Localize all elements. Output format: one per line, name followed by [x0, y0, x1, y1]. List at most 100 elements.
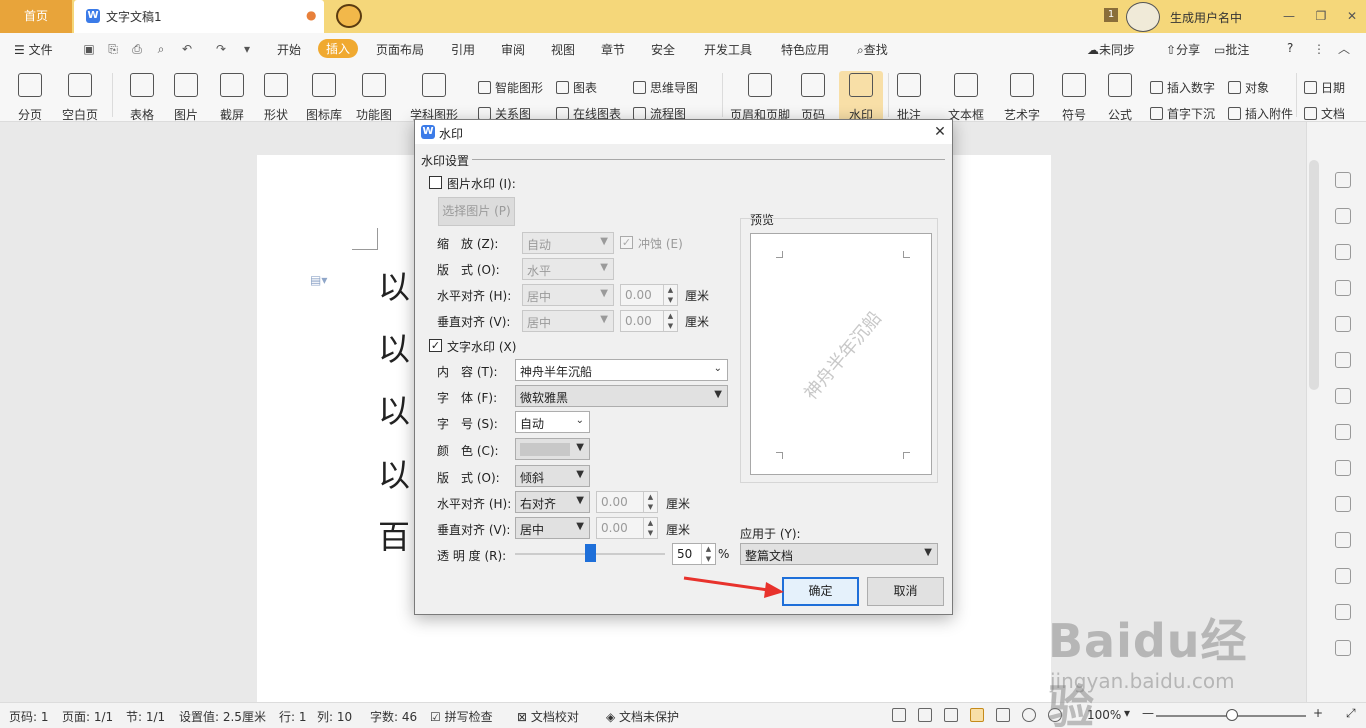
close-icon[interactable]: ✕ [931, 123, 949, 141]
blank-page-button[interactable]: 空白页 [52, 71, 108, 122]
tab-home[interactable]: 首页 [0, 0, 72, 33]
text-watermark-checkbox[interactable]: ✓ [429, 339, 442, 352]
smart-shape-button[interactable]: 智能图形 [478, 79, 543, 96]
cancel-button[interactable]: 取消 [867, 577, 944, 606]
header-footer-button[interactable]: 页眉和页脚 [730, 71, 790, 122]
status-section[interactable]: 节: 1/1 [126, 708, 165, 725]
print-side-icon[interactable] [1335, 532, 1351, 548]
undo-icon[interactable]: ↶ [180, 42, 194, 56]
grid-icon[interactable] [1335, 316, 1351, 332]
mind-map-button[interactable]: 思维导图 [633, 79, 698, 96]
text-halign-spinner[interactable]: 0.00 ▲ ▼ [596, 491, 658, 513]
subject-shape-button[interactable]: 学科图形 [406, 71, 462, 122]
pic-watermark-checkbox[interactable] [429, 176, 442, 189]
share-side-icon[interactable] [1335, 460, 1351, 476]
status-row[interactable]: 行: 1 [279, 708, 307, 725]
shield-icon[interactable] [1335, 604, 1351, 620]
translate-icon[interactable] [1335, 496, 1351, 512]
edit-pen-icon[interactable] [1335, 172, 1351, 188]
pic-layout-select[interactable]: 水平 ▼ [522, 258, 614, 280]
expand-icon[interactable]: ⤢ [1346, 706, 1356, 721]
chart-button[interactable]: 图表 [556, 79, 597, 96]
zoom-in-icon[interactable]: + [1313, 706, 1323, 720]
menu-features[interactable]: 特色应用 [781, 41, 829, 58]
user-area[interactable]: 1 生成用户名中 [1100, 0, 1260, 33]
menu-file[interactable]: ☰ 文件 [14, 41, 53, 58]
doc-text-line[interactable]: 以 [378, 386, 410, 432]
menu-dev-tools[interactable]: 开发工具 [704, 41, 752, 58]
menu-page-layout[interactable]: 页面布局 [376, 41, 424, 58]
tab-document[interactable]: W 文字文稿1 ● [74, 0, 324, 33]
cat-mascot-icon[interactable] [336, 4, 362, 28]
content-combobox[interactable]: 神舟半年沉船 ⌄ [515, 359, 728, 381]
settings-sliders-icon[interactable] [1335, 388, 1351, 404]
pen-mode-icon[interactable] [944, 708, 958, 722]
spell-check-button[interactable]: ☑ 拼写检查 [430, 708, 493, 725]
object-button[interactable]: 对象 [1228, 79, 1269, 96]
text-valign-spinner[interactable]: 0.00 ▲ ▼ [596, 517, 658, 539]
status-pages[interactable]: 页面: 1/1 [62, 708, 113, 725]
menu-references[interactable]: 引用 [451, 41, 475, 58]
help-button[interactable]: ? [1287, 41, 1293, 55]
apply-to-select[interactable]: 整篇文档 ▼ [740, 543, 938, 565]
options-icon[interactable]: ⋮ [1312, 42, 1326, 56]
washout-checkbox[interactable]: ✓ [620, 236, 633, 249]
transparency-slider-knob[interactable] [584, 544, 596, 562]
textbox-button[interactable]: 文本框 [940, 71, 992, 122]
function-chart-button[interactable]: 功能图 [346, 71, 402, 122]
sync-status[interactable]: ☁未同步 [1087, 41, 1135, 58]
page-view-icon[interactable] [970, 708, 984, 722]
watermark-button[interactable]: 水印 [839, 71, 883, 122]
print-icon[interactable]: ⎙ [130, 42, 144, 56]
paragraph-layout-icon[interactable]: ▤▾ [310, 273, 327, 287]
doc-text-line[interactable]: 百 [378, 512, 410, 558]
drop-cap-button[interactable]: 首字下沉 [1150, 105, 1215, 122]
pic-valign-spinner[interactable]: 0.00 ▲ ▼ [620, 310, 678, 332]
avatar[interactable] [1126, 2, 1160, 32]
search-button[interactable]: ⌕查找 [857, 41, 888, 58]
transparency-spinner[interactable]: 50 ▲ ▼ [672, 543, 716, 565]
page-number-button[interactable]: 页码 [790, 71, 836, 122]
style-icon[interactable] [1335, 244, 1351, 260]
restore-icon[interactable]: ❐ [1312, 7, 1330, 25]
status-col[interactable]: 列: 10 [317, 708, 352, 725]
date-button[interactable]: 日期 [1304, 79, 1345, 96]
image-side-icon[interactable] [1335, 424, 1351, 440]
select-pointer-icon[interactable] [1335, 208, 1351, 224]
print-preview-icon[interactable]: ⌕ [154, 42, 168, 56]
doc-part-button[interactable]: 文档 [1304, 105, 1345, 122]
doc-protect-button[interactable]: ◈ 文档未保护 [606, 708, 679, 725]
text-layout-select[interactable]: 倾斜 ▼ [515, 465, 590, 487]
text-valign-select[interactable]: 居中 ▼ [515, 517, 590, 539]
chart-side-icon[interactable] [1335, 352, 1351, 368]
icon-library-button[interactable]: 图标库 [296, 71, 352, 122]
pic-halign-select[interactable]: 居中 ▼ [522, 284, 614, 306]
settings-icon[interactable] [1335, 640, 1351, 656]
attachment-button[interactable]: 插入附件 [1228, 105, 1293, 122]
ok-button[interactable]: 确定 [782, 577, 859, 606]
fullscreen-icon[interactable] [892, 708, 906, 722]
text-halign-select[interactable]: 右对齐 ▼ [515, 491, 590, 513]
comment-menu-button[interactable]: ▭批注 [1214, 41, 1249, 58]
page-break-button[interactable]: 分页 [2, 71, 58, 122]
web-view-icon[interactable] [1022, 708, 1036, 722]
status-page[interactable]: 页码: 1 [9, 708, 49, 725]
menu-security[interactable]: 安全 [651, 41, 675, 58]
export-icon[interactable]: ⎘ [106, 42, 120, 56]
font-select[interactable]: 微软雅黑 ▼ [515, 385, 728, 407]
picture-side-icon[interactable] [1335, 568, 1351, 584]
size-combobox[interactable]: 自动 ⌄ [515, 411, 590, 433]
symbol-button[interactable]: 符号 [1050, 71, 1098, 122]
menu-insert[interactable]: 插入 [318, 39, 359, 58]
scale-select[interactable]: 自动 ▼ [522, 232, 614, 254]
redo-icon[interactable]: ↷ [214, 42, 228, 56]
art-text-button[interactable]: 艺术字 [996, 71, 1048, 122]
outline-view-icon[interactable] [996, 708, 1010, 722]
dialog-title-bar[interactable]: W 水印 ✕ [415, 120, 952, 144]
collapse-ribbon-icon[interactable]: ︿ [1337, 42, 1351, 56]
close-window-icon[interactable]: ✕ [1343, 7, 1361, 25]
formula-button[interactable]: 公式 [1096, 71, 1144, 122]
menu-home[interactable]: 开始 [277, 41, 301, 58]
doc-text-line[interactable]: 以 [378, 262, 410, 308]
share-button[interactable]: ⇧分享 [1166, 41, 1200, 58]
